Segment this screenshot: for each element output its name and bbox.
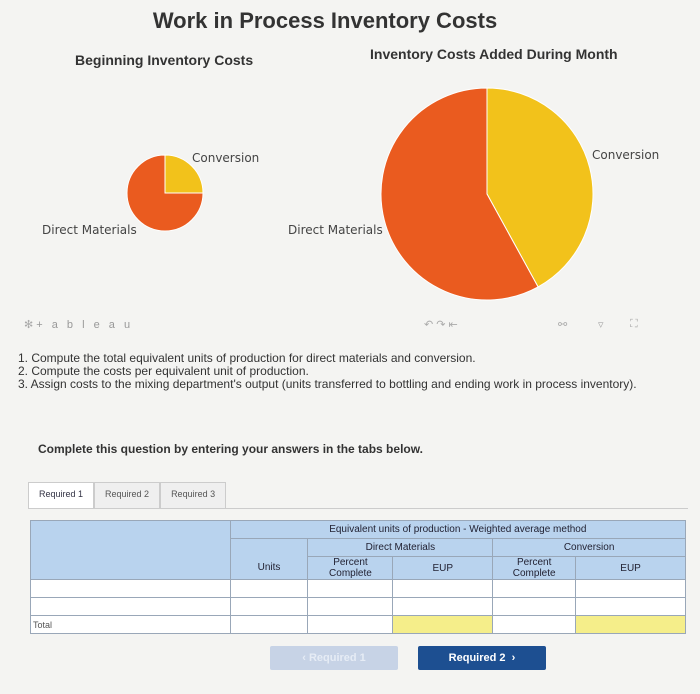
chevron-right-icon: › (505, 652, 516, 664)
pie2-direct-materials-label: Direct Materials (288, 223, 383, 237)
total-row: Total (30, 615, 686, 634)
conv-eup-header: EUP (575, 556, 686, 580)
beginning-inventory-subtitle: Beginning Inventory Costs (75, 52, 254, 68)
tableau-logo-icon: ✻ (24, 319, 37, 331)
units-header: Units (229, 556, 309, 580)
total-conv-eup-cell (575, 615, 686, 634)
costs-added-subtitle: Inventory Costs Added During Month (370, 46, 618, 62)
next-button-label: Required 2 (448, 652, 506, 664)
tab-bar: Required 1 Required 2 Required 3 (28, 482, 227, 508)
tab-divider (28, 508, 688, 509)
eup-table: Equivalent units of production - Weighte… (30, 520, 687, 634)
dm-eup-header: EUP (392, 556, 494, 580)
dm-eup-cell (392, 597, 494, 616)
pie2-conversion-label: Conversion (592, 148, 660, 162)
dm-eup-cell (392, 579, 494, 598)
undo-redo-icon[interactable]: ↶ ↷ ⇤ (424, 318, 458, 331)
costs-added-pie (380, 87, 594, 301)
pie1-direct-materials-label: Direct Materials (42, 223, 137, 237)
conv-percent-complete-header: Percent Complete (492, 556, 577, 580)
row-label-input[interactable] (30, 597, 231, 616)
tableau-brand: + a b l e a u (36, 319, 134, 331)
tab-required-1[interactable]: Required 1 (28, 482, 95, 508)
table-caption: Equivalent units of production - Weighte… (229, 520, 687, 539)
comment-icon[interactable]: ▿ (598, 318, 604, 331)
share-icon[interactable]: ⚯ (558, 318, 567, 331)
total-conv-percent-cell (492, 615, 577, 634)
conv-percent-input[interactable] (492, 579, 577, 598)
units-input[interactable] (229, 579, 309, 598)
question-prompt: Complete this question by entering your … (38, 442, 423, 456)
instructions: 1. Compute the total equivalent units of… (18, 352, 658, 391)
conv-eup-cell (575, 597, 686, 616)
tab-required-3[interactable]: Required 3 (160, 482, 227, 508)
beginning-inventory-pie (126, 154, 204, 232)
table-row (30, 597, 686, 616)
chevron-left-icon: ‹ (302, 652, 309, 664)
tab-required-2[interactable]: Required 2 (94, 482, 161, 508)
page-title: Work in Process Inventory Costs (152, 8, 498, 33)
row-label-input[interactable] (30, 579, 231, 598)
prev-button-label: Required 1 (308, 652, 366, 664)
dm-percent-input[interactable] (307, 597, 394, 616)
conv-percent-input[interactable] (492, 597, 577, 616)
units-input[interactable] (229, 597, 309, 616)
table-row (30, 579, 686, 598)
total-units-cell (229, 615, 309, 634)
conv-eup-cell (575, 579, 686, 598)
prev-required-button[interactable]: ‹ Required 1 (270, 646, 398, 670)
instruction-3: 3. Assign costs to the mixing department… (18, 377, 637, 391)
total-label: Total (30, 615, 231, 634)
dm-percent-input[interactable] (307, 579, 394, 598)
total-dm-percent-cell (307, 615, 394, 634)
direct-materials-header: Direct Materials (307, 538, 494, 557)
fullscreen-icon[interactable]: ⛶ (630, 318, 638, 331)
pie1-conversion-label: Conversion (192, 151, 260, 165)
total-dm-eup-cell (392, 615, 494, 634)
next-required-button[interactable]: Required 2 › (418, 646, 546, 670)
tableau-toolbar: ✻ + a b l e a u ↶ ↷ ⇤ ⚯ ▿ ⛶ (24, 318, 664, 334)
pie-charts (126, 87, 594, 301)
dm-percent-complete-header: Percent Complete (307, 556, 394, 580)
conversion-header: Conversion (492, 538, 686, 557)
